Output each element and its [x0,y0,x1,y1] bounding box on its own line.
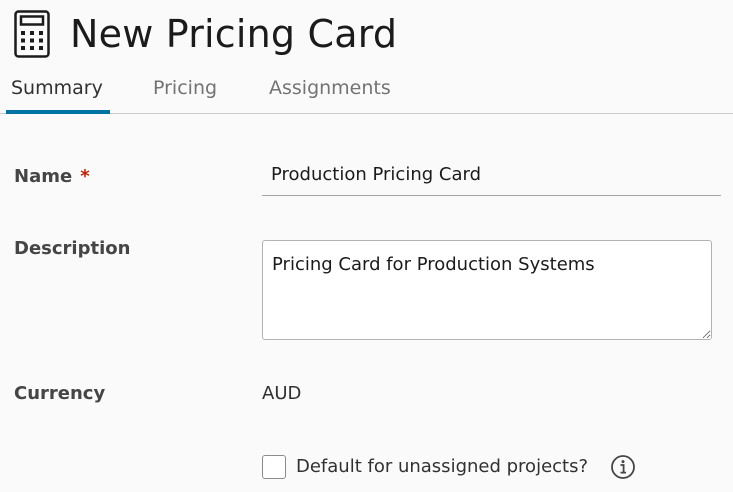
page-title: New Pricing Card [70,12,398,56]
description-label: Description [14,238,131,259]
calculator-icon [14,10,50,58]
currency-value: AUD [262,383,302,404]
active-tab-indicator [6,110,110,114]
currency-label: Currency [14,383,106,404]
name-label-text: Name [14,166,73,187]
default-checkbox-row: Default for unassigned projects? [262,454,636,480]
default-checkbox[interactable] [262,455,286,479]
tab-pricing[interactable]: Pricing [148,76,222,100]
name-input[interactable] [262,160,721,196]
info-icon[interactable] [610,454,636,480]
page-header: New Pricing Card [14,8,397,60]
required-marker: * [80,166,90,187]
tab-bar: Summary Pricing Assignments [0,70,733,114]
tab-summary[interactable]: Summary [6,76,108,100]
name-label: Name * [14,166,90,188]
description-textarea[interactable]: Pricing Card for Production Systems [262,240,712,340]
tab-assignments[interactable]: Assignments [264,76,396,100]
default-checkbox-label[interactable]: Default for unassigned projects? [296,455,588,479]
